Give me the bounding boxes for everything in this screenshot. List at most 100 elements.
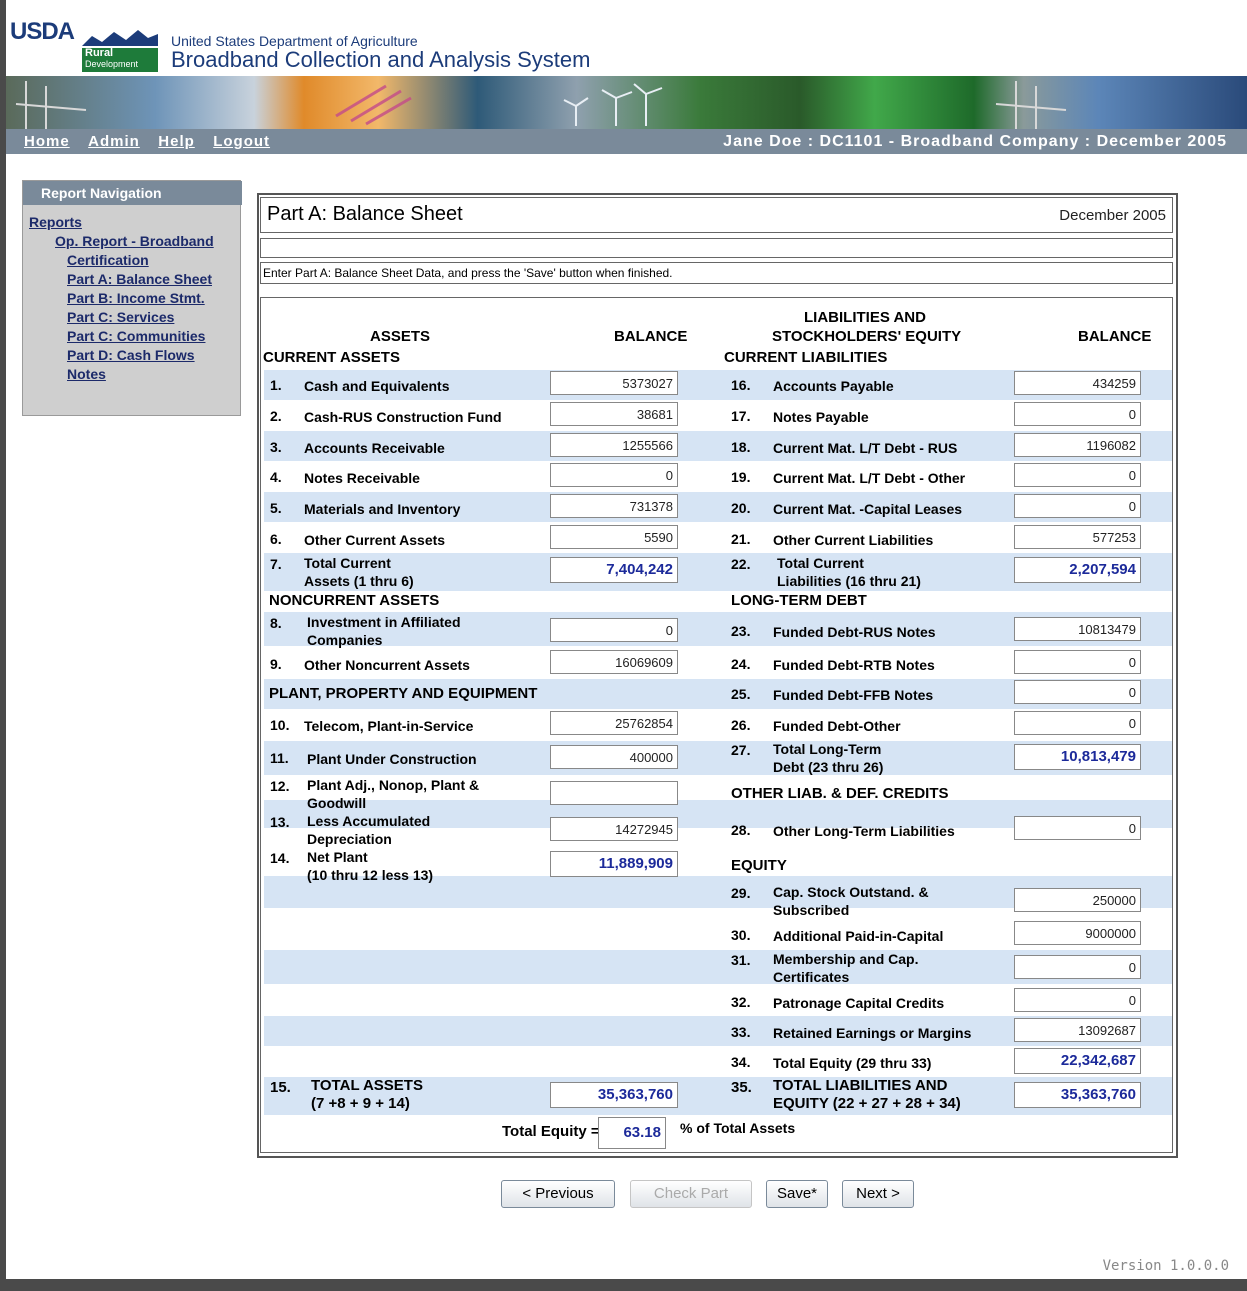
previous-button[interactable]: < Previous: [501, 1180, 615, 1208]
balance-input[interactable]: 0: [1014, 402, 1141, 426]
nav-notes[interactable]: Notes: [67, 366, 106, 382]
balance-input[interactable]: 5373027: [550, 371, 678, 395]
line-number: 20.: [731, 500, 751, 516]
line-number: 19.: [731, 469, 751, 485]
balance-input[interactable]: 0: [1014, 463, 1141, 487]
long-term-debt-section: LONG-TERM DEBT: [731, 592, 867, 609]
balance-input[interactable]: 0: [1014, 650, 1141, 674]
line-label: Cap. Stock Outstand. & Subscribed: [773, 884, 929, 918]
balance-input[interactable]: 577253: [1014, 525, 1141, 549]
balance-input[interactable]: 1196082: [1014, 433, 1141, 457]
line-label: Current Mat. L/T Debt - RUS: [773, 440, 958, 456]
total-field[interactable]: 10,813,479: [1014, 744, 1141, 770]
line-number: 17.: [731, 408, 751, 424]
development-label: Development: [85, 59, 139, 69]
line-label: Cash and Equivalents: [304, 378, 450, 394]
balance-input[interactable]: 0: [1014, 988, 1141, 1012]
line-label: Total Long-Term Debt (23 thru 26): [773, 741, 884, 775]
line-number: 21.: [731, 531, 751, 547]
line-label: Current Mat. L/T Debt - Other: [773, 470, 966, 486]
nav-reports[interactable]: Reports: [29, 214, 82, 230]
logout-link[interactable]: Logout: [213, 133, 270, 150]
balance-input[interactable]: 0: [550, 618, 678, 642]
rural-development-badge: Rural Development: [82, 48, 158, 72]
line-label: Materials and Inventory: [304, 501, 461, 517]
equity-ratio-field[interactable]: 63.18: [598, 1117, 666, 1149]
total-field[interactable]: 35,363,760: [1014, 1082, 1141, 1108]
line-label: Retained Earnings or Margins: [773, 1025, 972, 1041]
nav-certification[interactable]: Certification: [67, 252, 149, 268]
total-field[interactable]: 7,404,242: [550, 557, 678, 583]
line-number: 25.: [731, 686, 751, 702]
balance-input[interactable]: [550, 781, 678, 805]
line-label: Other Long-Term Liabilities: [773, 823, 955, 839]
line-number: 27.: [731, 742, 751, 758]
other-liab-section: OTHER LIAB. & DEF. CREDITS: [731, 785, 949, 802]
nav-part-b-income-stmt[interactable]: Part B: Income Stmt.: [67, 290, 205, 306]
balance-input[interactable]: 0: [1014, 711, 1141, 735]
total-field[interactable]: 11,889,909: [550, 851, 678, 877]
line-number: 15.: [270, 1079, 291, 1096]
total-field[interactable]: 2,207,594: [1014, 557, 1141, 583]
balance-input[interactable]: 5590: [550, 525, 678, 549]
home-link[interactable]: Home: [24, 133, 70, 150]
next-button[interactable]: Next >: [842, 1180, 914, 1208]
line-number: 2.: [270, 408, 282, 424]
balance-input[interactable]: 0: [1014, 494, 1141, 518]
balance-input[interactable]: 38681: [550, 402, 678, 426]
help-link[interactable]: Help: [158, 133, 195, 150]
line-label: Notes Receivable: [304, 470, 420, 486]
top-nav-links: Home Admin Help Logout: [24, 133, 284, 151]
equity-section: EQUITY: [731, 857, 787, 874]
balance-input[interactable]: 14272945: [550, 817, 678, 841]
message-box: [260, 238, 1173, 258]
line-number: 14.: [270, 850, 290, 866]
ppe-section: PLANT, PROPERTY AND EQUIPMENT: [269, 685, 538, 702]
usda-logo[interactable]: USDA Rural Development: [10, 18, 160, 76]
balance-input[interactable]: 0: [1014, 816, 1141, 840]
admin-link[interactable]: Admin: [88, 133, 140, 150]
user-info: Jane Doe : DC1101 - Broadband Company : …: [723, 133, 1227, 150]
balance-input[interactable]: 1255566: [550, 433, 678, 457]
line-number: 26.: [731, 717, 751, 733]
line-number: 16.: [731, 377, 751, 393]
line-number: 30.: [731, 927, 751, 943]
line-label: Telecom, Plant-in-Service: [304, 718, 474, 734]
balance-input[interactable]: 731378: [550, 494, 678, 518]
balance-input[interactable]: 9000000: [1014, 921, 1141, 945]
balance-input[interactable]: 400000: [550, 745, 678, 769]
balance-input[interactable]: 10813479: [1014, 617, 1141, 641]
nav-part-c-communities[interactable]: Part C: Communities: [67, 328, 205, 344]
total-field[interactable]: 35,363,760: [550, 1082, 678, 1108]
usda-landscape-icon: [82, 30, 158, 46]
balance-input[interactable]: 0: [550, 463, 678, 487]
balance-input[interactable]: 13092687: [1014, 1018, 1141, 1042]
nav-part-c-services[interactable]: Part C: Services: [67, 309, 174, 325]
balance-input[interactable]: 0: [1014, 680, 1141, 704]
assets-balance-header: BALANCE: [614, 328, 688, 345]
total-field[interactable]: 22,342,687: [1014, 1048, 1141, 1074]
page-date: December 2005: [1059, 207, 1166, 224]
line-number: 28.: [731, 822, 751, 838]
line-label: Other Current Liabilities: [773, 532, 934, 548]
line-label: Cash-RUS Construction Fund: [304, 409, 502, 425]
check-part-button[interactable]: Check Part: [630, 1180, 752, 1208]
current-liabilities-section: CURRENT LIABILITIES: [724, 349, 888, 366]
nav-part-d-cash-flows[interactable]: Part D: Cash Flows: [67, 347, 195, 363]
balance-input[interactable]: 434259: [1014, 371, 1141, 395]
system-title: Broadband Collection and Analysis System: [171, 47, 591, 72]
balance-input[interactable]: 25762854: [550, 711, 678, 735]
balance-input[interactable]: 0: [1014, 955, 1141, 979]
balance-input[interactable]: 250000: [1014, 888, 1141, 912]
line-label: TOTAL ASSETS (7 +8 + 9 + 14): [311, 1077, 423, 1112]
line-label: Total Equity (29 thru 33): [773, 1055, 932, 1071]
line-number: 11.: [270, 750, 289, 766]
line-number: 9.: [270, 656, 282, 672]
line-label: Plant Adj., Nonop, Plant & Goodwill: [307, 777, 480, 811]
nav-op-report-broadband[interactable]: Op. Report - Broadband: [55, 233, 214, 249]
save-button[interactable]: Save*: [766, 1180, 828, 1208]
nav-part-a-balance-sheet[interactable]: Part A: Balance Sheet: [67, 271, 212, 287]
noncurrent-assets-section: NONCURRENT ASSETS: [269, 592, 440, 609]
window-bottom-border: [0, 1279, 1247, 1291]
balance-input[interactable]: 16069609: [550, 650, 678, 674]
